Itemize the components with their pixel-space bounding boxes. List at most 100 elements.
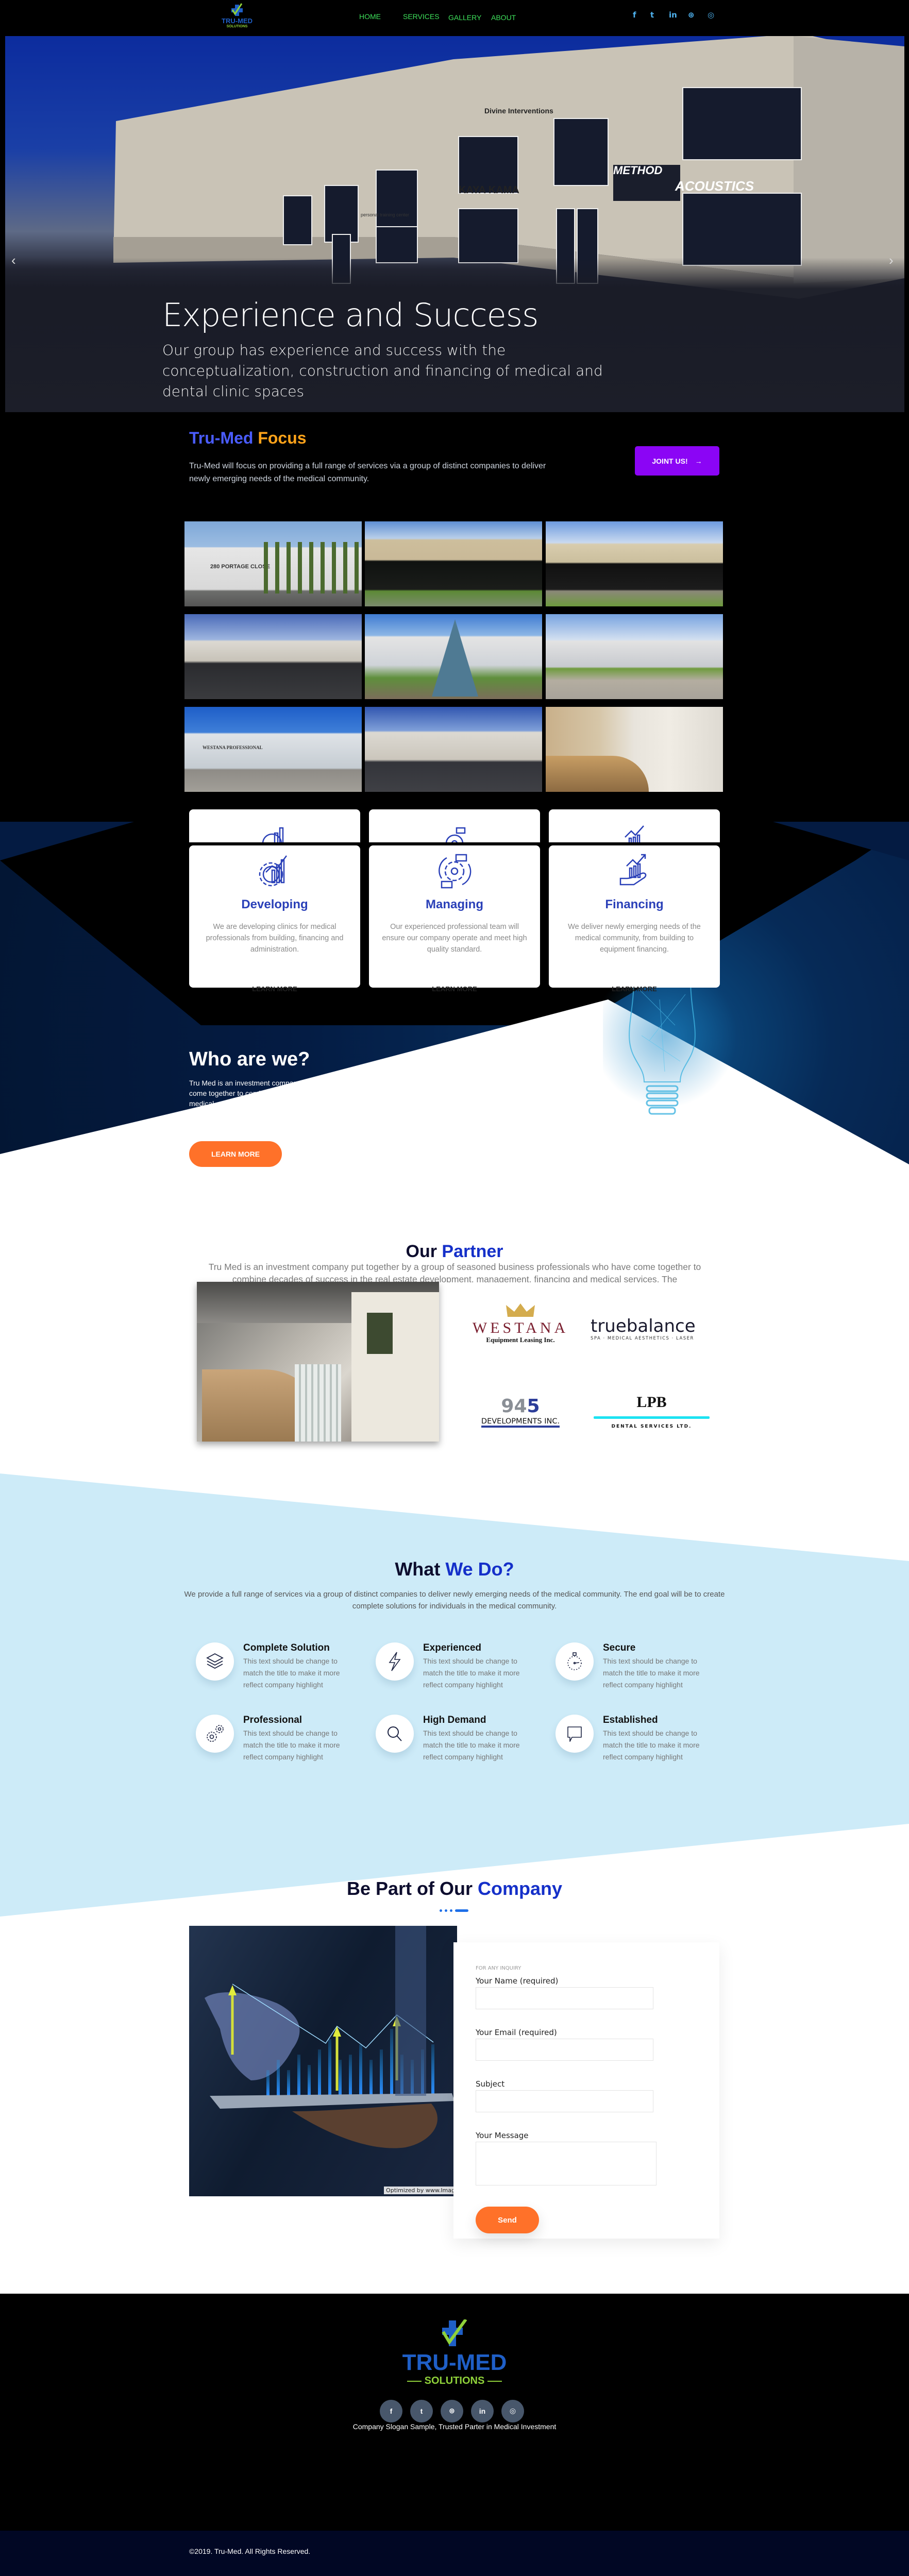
linkedin-icon[interactable]: in [669, 10, 677, 20]
site-header: TRU-MED SOLUTIONS HOME SERVICES GALLERY … [0, 0, 909, 36]
photo-artwork [367, 1313, 393, 1354]
hand-growth-icon [625, 825, 644, 842]
gallery-trees [257, 542, 360, 594]
title-divider [440, 1909, 468, 1912]
whatwedo-title-part1: What [395, 1558, 441, 1580]
join-us-button[interactable]: JOINT US! → [635, 446, 719, 476]
sign-divine: Divine Interventions [484, 107, 553, 115]
feature-professional: Professional This text should be change … [196, 1715, 366, 1782]
copyright: ©2019. Tru-Med. All Rights Reserved. [189, 2547, 311, 2555]
email-input[interactable] [476, 2039, 653, 2061]
feature-title: Complete Solution [243, 1642, 330, 1653]
partner-logo-westana[interactable]: WESTANA Equipment Leasing Inc. [461, 1302, 580, 1359]
partner-logo-truebalance[interactable]: truebalance SPA · MEDICAL AESTHETICS · L… [591, 1316, 714, 1352]
photo-wall [351, 1292, 439, 1442]
message-textarea[interactable] [476, 2142, 656, 2185]
feature-text: This text should be change to match the … [603, 1729, 700, 1761]
send-button[interactable]: Send [476, 2207, 539, 2233]
dribbble-icon[interactable]: ⊛ [688, 10, 695, 20]
partner-text: Tru Med is an investment company put tog… [208, 1262, 701, 1282]
header-logo-sub: SOLUTIONS [226, 25, 248, 28]
who-learn-more-button[interactable]: LEARN MORE [189, 1141, 282, 1167]
subject-input[interactable] [476, 2090, 653, 2112]
gallery-image-3[interactable] [546, 521, 723, 606]
nav-home[interactable]: HOME [359, 12, 381, 21]
gallery-image-9[interactable] [546, 707, 723, 792]
who-title: Who are we? [189, 1048, 310, 1070]
sign-kaya-kama: KAYA KAMA [459, 184, 519, 196]
service-card-financing: Financing We deliver newly emerging need… [549, 845, 720, 993]
gallery-image-4[interactable] [184, 614, 362, 699]
dribbble-icon[interactable]: ⊛ [441, 2400, 463, 2422]
gear-cycle-icon [439, 854, 472, 889]
gallery-image-5[interactable] [365, 614, 542, 699]
hero-next-arrow[interactable]: › [889, 252, 894, 268]
nav-services[interactable]: SERVICES [403, 12, 440, 21]
feature-text: This text should be change to match the … [243, 1657, 340, 1689]
twitter-icon[interactable]: t [410, 2400, 433, 2422]
growth-chart-illustration [205, 1926, 454, 2148]
name-input[interactable] [476, 1987, 653, 2009]
945-sub: DEVELOPMENTS INC. [481, 1417, 560, 1428]
footer-logo[interactable]: TRU-MED SOLUTIONS [397, 2318, 512, 2407]
nav-gallery[interactable]: GALLERY [448, 13, 481, 22]
footer-logo-sub: SOLUTIONS [424, 2375, 485, 2386]
feature-title: Professional [243, 1715, 302, 1725]
header-logo[interactable]: TRU-MED SOLUTIONS [216, 3, 258, 31]
name-label: Your Name (required) [476, 1976, 559, 1986]
service-title: Managing [426, 897, 483, 911]
sign-acoustics: ACOUSTICS [675, 178, 754, 194]
gallery-image-6[interactable] [546, 614, 723, 699]
gear-cycle-icon [445, 827, 466, 842]
footer-bottom-bar: ©2019. Tru-Med. All Rights Reserved. [0, 2531, 909, 2576]
whatwedo-text: We provide a full range of services via … [184, 1590, 725, 1611]
focus-title-part2: Focus [258, 429, 307, 447]
facebook-icon[interactable]: f [633, 10, 636, 20]
feature-title: Secure [603, 1642, 636, 1653]
service-learn-more-link[interactable]: LEARN MORE [189, 985, 360, 993]
service-learn-more-link[interactable]: LEARN MORE [549, 985, 720, 993]
linkedin-icon[interactable]: in [471, 2400, 494, 2422]
focus-text: Tru-Med will focus on providing a full r… [189, 462, 546, 483]
chat-icon [556, 1715, 594, 1753]
service-text: Our experienced professional team will e… [382, 923, 527, 954]
feature-established: Established This text should be change t… [556, 1715, 726, 1782]
footer-slogan: Company Slogan Sample, Trusted Parter in… [352, 2422, 557, 2431]
twitter-icon[interactable]: t [650, 10, 654, 20]
photo-caption: Optimized by www.Imag [384, 2187, 457, 2194]
gallery-image-7[interactable]: WESTANA PROFESSIONAL [184, 707, 362, 792]
westana-sub: Equipment Leasing Inc. [486, 1336, 555, 1344]
contact-growth-photo: Optimized by www.Imag [189, 1926, 457, 2196]
form-eyebrow: FOR ANY INQUIRY [476, 1965, 521, 1971]
feature-high-demand: High Demand This text should be change t… [376, 1715, 546, 1782]
email-label: Your Email (required) [476, 2028, 557, 2037]
partner-logo-lpb[interactable]: LPB DENTAL SERVICES LTD. [594, 1394, 710, 1437]
search-icon [376, 1715, 414, 1753]
stopwatch-icon [556, 1642, 594, 1681]
divider-dot [440, 1909, 442, 1912]
westana-name: WESTANA [472, 1319, 569, 1336]
hero-title: Experience and Success [162, 296, 538, 334]
hero-prev-arrow[interactable]: ‹ [11, 252, 16, 268]
focus-section: Tru-Med Focus Tru-Med will focus on prov… [0, 412, 909, 515]
gallery-reception-desk [546, 756, 649, 792]
feature-title: High Demand [423, 1715, 486, 1725]
service-text: We are developing clinics for medical pr… [206, 923, 344, 954]
service-card-ghost [189, 809, 360, 842]
partner-title: Our Partner [0, 1242, 909, 1262]
gears-icon [196, 1715, 234, 1753]
gallery-image-1[interactable]: 280 PORTAGE CLOSE [184, 521, 362, 606]
partner-logo-945[interactable]: 945 DEVELOPMENTS INC. [461, 1396, 580, 1437]
gallery-image-8[interactable] [365, 707, 542, 792]
instagram-icon[interactable]: ◎ [501, 2400, 524, 2422]
instagram-icon[interactable]: ◎ [708, 10, 714, 20]
nav-about[interactable]: ABOUT [491, 13, 516, 22]
gallery-image-2[interactable] [365, 521, 542, 606]
service-learn-more-link[interactable]: LEARN MORE [369, 985, 540, 993]
logo-line [407, 2380, 422, 2382]
truebalance-sub: SPA · MEDICAL AESTHETICS · LASER [591, 1336, 694, 1341]
lpb-sub: DENTAL SERVICES LTD. [611, 1424, 692, 1429]
feature-title: Established [603, 1715, 658, 1725]
facebook-icon[interactable]: f [380, 2400, 402, 2422]
partner-title-part2: Partner [442, 1242, 503, 1261]
